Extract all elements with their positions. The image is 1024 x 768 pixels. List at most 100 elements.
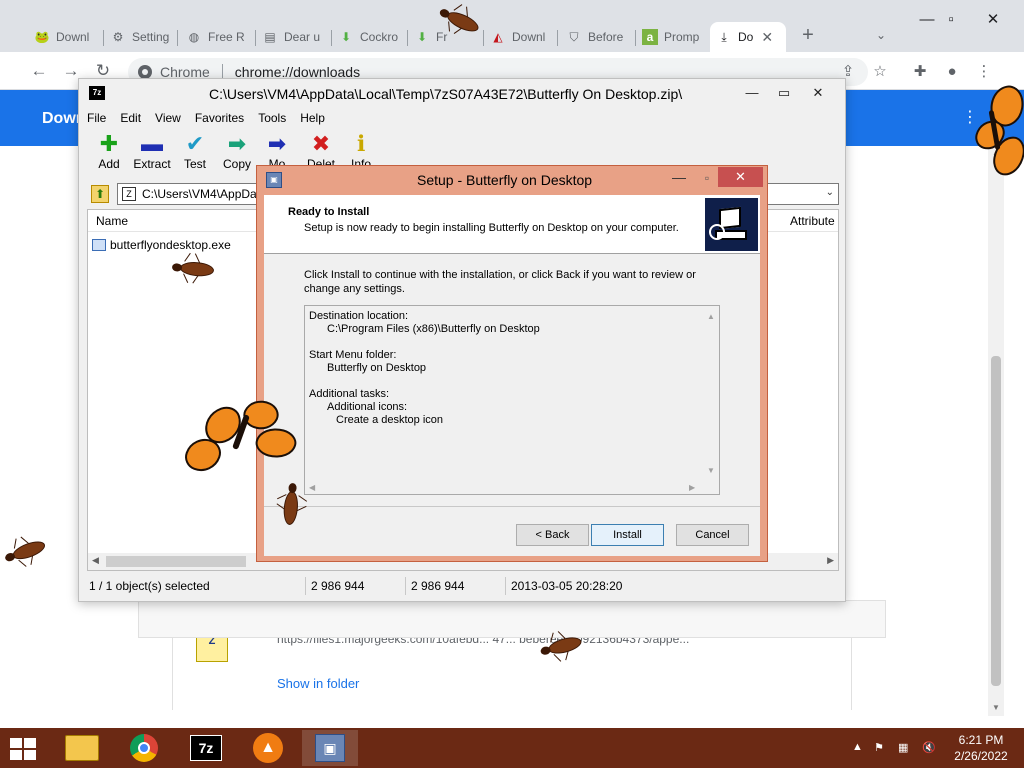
- globe-icon: ◍: [188, 30, 200, 44]
- setup-client-area: Ready to Install Setup is now ready to b…: [264, 195, 760, 556]
- back-arrow-icon[interactable]: ←: [28, 60, 50, 82]
- show-hidden-icons-icon[interactable]: ▲: [852, 741, 863, 753]
- status-packed: 2 986 944: [411, 579, 465, 593]
- sevenzip-maximize-button[interactable]: ▭: [769, 83, 799, 103]
- memo-scroll-left-icon[interactable]: ◀: [309, 481, 315, 494]
- setup-divider: [264, 506, 760, 507]
- tab-5[interactable]: ⬇ Cockro: [332, 22, 408, 52]
- setup-taskbar-icon[interactable]: ▣: [302, 730, 358, 766]
- memo-dest-label: Destination location:: [309, 310, 409, 322]
- tab-3[interactable]: ◍ Free R: [180, 22, 256, 52]
- extensions-icon[interactable]: ✚: [910, 62, 930, 82]
- flag-icon[interactable]: ⚑: [874, 741, 884, 754]
- folder-up-icon[interactable]: ⬆: [91, 185, 109, 203]
- volume-muted-icon[interactable]: 🔇: [922, 741, 936, 754]
- back-button[interactable]: < Back: [516, 524, 589, 546]
- delete-x-icon: ✖: [311, 131, 331, 156]
- zip-path-icon: Z: [122, 187, 136, 201]
- menu-help[interactable]: Help: [300, 111, 325, 129]
- column-attributes[interactable]: Attribute: [790, 214, 835, 228]
- hscroll-thumb[interactable]: [106, 556, 246, 567]
- star-icon[interactable]: ☆: [870, 62, 890, 82]
- add-button[interactable]: ✚ Add: [87, 131, 131, 171]
- setup-header: Ready to Install Setup is now ready to b…: [264, 195, 760, 254]
- page-scrollbar[interactable]: ▲ ▼: [988, 146, 1004, 716]
- setup-app-icon: ▣: [266, 172, 282, 188]
- sevenzip-minimize-button[interactable]: —: [737, 83, 767, 103]
- tab-2[interactable]: ⚙ Setting: [104, 22, 178, 52]
- tab-10-active[interactable]: ⤓ Do ✕: [710, 22, 786, 52]
- sevenzip-titlebar[interactable]: 7z C:\Users\VM4\AppData\Local\Temp\7zS07…: [79, 79, 845, 107]
- tab-search-chevron-icon[interactable]: ⌄: [876, 28, 886, 42]
- scroll-right-icon[interactable]: ▶: [827, 555, 834, 566]
- memo-start-label: Start Menu folder:: [309, 349, 397, 361]
- scroll-left-icon[interactable]: ◀: [92, 555, 99, 566]
- setup-subheading: Setup is now ready to begin installing B…: [304, 222, 679, 234]
- menu-edit[interactable]: Edit: [120, 111, 141, 129]
- shield-icon: ⛉: [569, 29, 579, 44]
- extract-button[interactable]: ▬ Extract: [127, 131, 177, 171]
- system-clock[interactable]: 6:21 PM 2/26/2022: [948, 732, 1014, 764]
- setup-maximize-button[interactable]: ▫: [693, 168, 721, 188]
- dropdown-arrow-icon[interactable]: ⌄: [826, 187, 834, 198]
- scroll-thumb[interactable]: [991, 356, 1001, 686]
- memo-scroll-right-icon[interactable]: ▶: [689, 481, 695, 494]
- memo-hscrollbar[interactable]: ◀ ▶: [305, 478, 703, 494]
- scroll-down-icon[interactable]: ▼: [992, 703, 1000, 712]
- windows-start-icon[interactable]: [10, 738, 38, 760]
- sevenzip-taskbar-icon[interactable]: 7z: [178, 730, 234, 766]
- copy-button[interactable]: ➡ Copy: [215, 131, 259, 171]
- ready-memo[interactable]: Destination location: C:\Program Files (…: [304, 305, 720, 495]
- menu-tools[interactable]: Tools: [258, 111, 286, 129]
- clock-date: 2/26/2022: [954, 749, 1008, 763]
- minus-icon: ▬: [141, 131, 163, 156]
- maximize-button[interactable]: ▫: [928, 6, 974, 34]
- download-icon: ⤓: [721, 29, 727, 44]
- chrome-logo-icon: [138, 65, 152, 79]
- file-explorer-icon[interactable]: [54, 730, 110, 766]
- adobe-icon: ◭: [493, 30, 503, 44]
- memo-scroll-down-icon[interactable]: ▼: [707, 464, 715, 477]
- menu-view[interactable]: View: [155, 111, 181, 129]
- menu-favorites[interactable]: Favorites: [195, 111, 244, 129]
- close-tab-icon[interactable]: ✕: [761, 29, 773, 46]
- chrome-taskbar-icon[interactable]: [116, 730, 172, 766]
- zip-file-icon: Z: [196, 634, 228, 662]
- cancel-button[interactable]: Cancel: [676, 524, 749, 546]
- tab-1[interactable]: 🐸 Downl: [28, 22, 104, 52]
- avast-taskbar-icon[interactable]: ▲: [240, 730, 296, 766]
- tab-8[interactable]: ⛉ Before: [560, 22, 636, 52]
- install-button[interactable]: Install: [591, 524, 664, 546]
- butterfly-icon: [972, 80, 1024, 180]
- show-in-folder-link[interactable]: Show in folder: [277, 676, 359, 691]
- status-selection: 1 / 1 object(s) selected: [89, 579, 210, 593]
- file-row[interactable]: butterflyondesktop.exe: [92, 236, 231, 254]
- profile-icon[interactable]: ●: [942, 62, 962, 82]
- check-icon: ✔: [185, 131, 205, 156]
- sevenzip-statusbar: 1 / 1 object(s) selected 2 986 944 2 986…: [87, 575, 839, 597]
- butterfly-icon: [181, 394, 300, 478]
- memo-scroll-up-icon[interactable]: ▲: [707, 310, 715, 323]
- tab-strip: 🐸 Downl ⚙ Setting ◍ Free R ▤ Dear u ⬇ Co…: [0, 0, 1024, 52]
- copy-arrow-icon: ➡: [227, 131, 247, 156]
- menu-dots-icon[interactable]: ⋮: [974, 62, 994, 82]
- setup-close-button[interactable]: ✕: [718, 167, 763, 187]
- move-arrow-icon: ➡: [267, 131, 287, 156]
- setup-titlebar[interactable]: ▣ Setup - Butterfly on Desktop — ▫ ✕: [257, 166, 767, 194]
- memo-vscrollbar[interactable]: ▲ ▼: [703, 306, 719, 478]
- new-tab-button[interactable]: +: [798, 24, 818, 48]
- tab-4[interactable]: ▤ Dear u: [256, 22, 332, 52]
- tab-9[interactable]: a Promp: [636, 22, 710, 52]
- test-button[interactable]: ✔ Test: [173, 131, 217, 171]
- close-window-button[interactable]: ✕: [970, 6, 1016, 34]
- info-icon: ℹ: [356, 131, 366, 156]
- setup-title: Setup - Butterfly on Desktop: [417, 172, 593, 188]
- setup-minimize-button[interactable]: —: [665, 168, 693, 188]
- network-icon[interactable]: ▦: [898, 741, 908, 754]
- column-name[interactable]: Name: [96, 214, 128, 228]
- menu-file[interactable]: File: [87, 111, 106, 129]
- sevenzip-title: C:\Users\VM4\AppData\Local\Temp\7zS07A43…: [209, 86, 683, 102]
- tab-7[interactable]: ◭ Downl: [484, 22, 558, 52]
- memo-start-value: Butterfly on Desktop: [327, 362, 427, 374]
- sevenzip-close-button[interactable]: ✕: [803, 83, 833, 103]
